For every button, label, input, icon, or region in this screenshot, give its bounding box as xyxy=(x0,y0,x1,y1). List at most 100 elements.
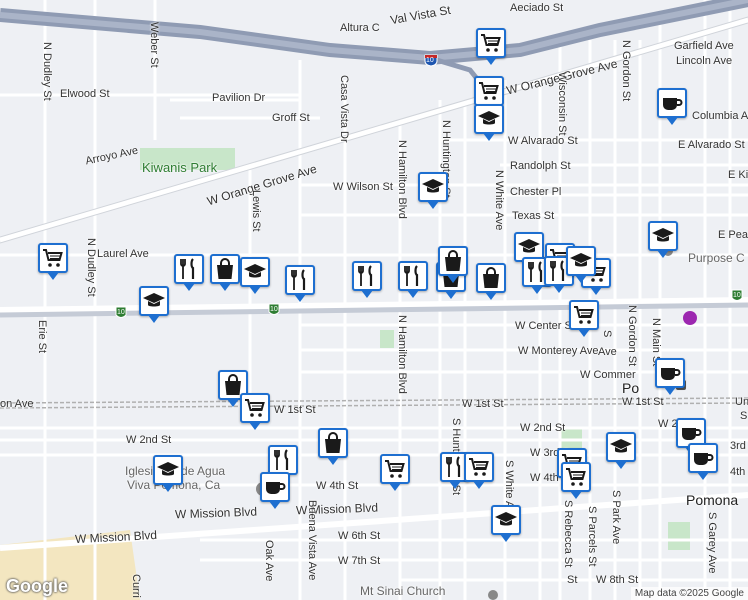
street-label: Lewis St xyxy=(250,190,262,232)
restaurant-marker[interactable] xyxy=(285,265,315,302)
street-label: Erie St xyxy=(36,320,48,354)
shopping-bag-icon xyxy=(479,266,503,290)
street-label: Buena Vista Ave xyxy=(306,500,318,581)
fork-knife-icon xyxy=(401,264,425,288)
street-label: Randolph St xyxy=(510,160,571,172)
cafe-marker[interactable] xyxy=(657,88,687,125)
street-label: S Parcels St xyxy=(586,506,598,567)
graduation-cap-icon xyxy=(156,458,180,482)
street-label: S xyxy=(740,410,748,422)
street-label: W 1st St xyxy=(462,398,504,410)
street-label: S xyxy=(601,330,613,338)
school-marker[interactable] xyxy=(491,505,521,542)
graduation-cap-icon xyxy=(142,289,166,313)
shopping-marker[interactable] xyxy=(210,254,240,291)
graduation-cap-icon xyxy=(651,224,675,248)
street-label: Chester Pl xyxy=(510,186,562,198)
street-label: W 8th St xyxy=(596,574,639,586)
coffee-cup-icon xyxy=(679,421,703,445)
street-label: Curri xyxy=(130,574,142,598)
street-label: Laurel Ave xyxy=(97,248,149,260)
street-label: Garfield Ave xyxy=(674,40,734,52)
graduation-cap-icon xyxy=(243,260,267,284)
grocery-marker[interactable] xyxy=(561,462,591,499)
freeway-shield: 10 xyxy=(115,306,127,318)
street-label: N Dudley St xyxy=(85,238,97,297)
school-marker[interactable] xyxy=(418,172,448,209)
fork-knife-icon xyxy=(177,257,201,281)
shopping-marker[interactable] xyxy=(438,246,468,283)
street-label: E Pear xyxy=(718,229,748,241)
grocery-marker[interactable] xyxy=(474,76,504,113)
coffee-cup-icon xyxy=(263,475,287,499)
grocery-marker[interactable] xyxy=(569,300,599,337)
restaurant-marker[interactable] xyxy=(352,261,382,298)
street-label: Aeciado St xyxy=(510,2,564,14)
church-poi-icon xyxy=(488,590,498,600)
grocery-marker[interactable] xyxy=(464,452,494,489)
school-marker[interactable] xyxy=(153,455,183,492)
street-label: W 2nd St xyxy=(126,434,172,446)
shopping-bag-icon xyxy=(441,249,465,273)
graduation-cap-icon xyxy=(477,107,501,131)
restaurant-marker[interactable] xyxy=(174,254,204,291)
street-label: E Kin xyxy=(728,169,748,181)
street-label: W 1st St xyxy=(274,404,316,416)
cart-icon xyxy=(477,79,501,103)
street-label: W 7th St xyxy=(338,555,381,567)
cart-icon xyxy=(479,31,503,55)
street-label: Oak Ave xyxy=(263,540,275,582)
street-label: 3rd xyxy=(730,440,746,452)
graduation-cap-icon xyxy=(517,235,541,259)
restaurant-marker[interactable] xyxy=(268,445,298,482)
graduation-cap-icon xyxy=(609,435,633,459)
freeway-shield: 10 xyxy=(731,289,743,301)
school-marker[interactable] xyxy=(648,221,678,258)
school-marker[interactable] xyxy=(566,246,596,283)
restaurant-marker[interactable] xyxy=(398,261,428,298)
map-canvas[interactable]: Aeciado St Altura C Val Vista St Garfiel… xyxy=(0,0,748,600)
cafe-marker[interactable] xyxy=(655,358,685,395)
school-marker[interactable] xyxy=(474,104,504,141)
coffee-cup-icon xyxy=(660,91,684,115)
place-label: Mt Sinai Church xyxy=(360,584,446,598)
grocery-marker[interactable] xyxy=(38,243,68,280)
shopping-bag-icon xyxy=(321,431,345,455)
park-area xyxy=(668,522,690,550)
street-label: S Rebecca St xyxy=(562,500,574,568)
cafe-marker[interactable] xyxy=(260,472,290,509)
fork-knife-icon xyxy=(288,268,312,292)
street-label: S Park Ave xyxy=(610,490,622,545)
place-label: Pomona xyxy=(686,492,739,508)
cart-icon xyxy=(564,465,588,489)
park-label: Kiwanis Park xyxy=(142,160,218,175)
street-label: N Hamilton Blvd xyxy=(396,315,408,394)
graduation-cap-icon xyxy=(569,249,593,273)
street-label: Ave xyxy=(598,346,617,358)
grocery-marker[interactable] xyxy=(240,393,270,430)
street-label: N White Ave xyxy=(493,170,505,231)
street-label: Columbia Ave xyxy=(692,110,748,122)
shopping-marker[interactable] xyxy=(476,263,506,300)
street-label: S Garey Ave xyxy=(706,512,718,574)
cart-icon xyxy=(467,455,491,479)
grocery-marker[interactable] xyxy=(476,28,506,65)
school-marker[interactable] xyxy=(240,257,270,294)
cart-icon xyxy=(41,246,65,270)
street-label: Wisconsin St xyxy=(556,72,568,136)
graduation-cap-icon xyxy=(494,508,518,532)
street-label: W 1st St xyxy=(622,396,664,408)
street-label: N Gordon St xyxy=(620,40,632,102)
street-label: St xyxy=(567,574,578,586)
school-marker[interactable] xyxy=(606,432,636,469)
school-marker[interactable] xyxy=(139,286,169,323)
street-label: Weber St xyxy=(148,22,160,68)
grocery-marker[interactable] xyxy=(380,454,410,491)
shopping-marker[interactable] xyxy=(318,428,348,465)
interstate-shield: 10 xyxy=(424,53,438,67)
street-label: E Alvarado St xyxy=(678,139,745,151)
street-label: 4th xyxy=(730,466,746,478)
street-label: N Dudley St xyxy=(41,42,53,101)
graduation-cap-icon xyxy=(421,175,445,199)
cafe-marker[interactable] xyxy=(688,443,718,480)
